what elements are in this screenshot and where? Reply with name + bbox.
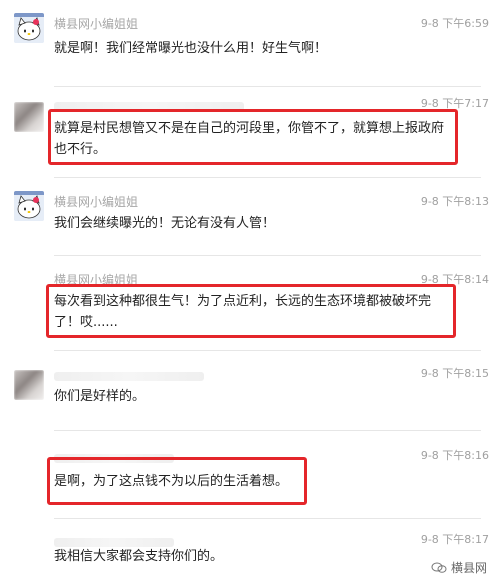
divider (54, 350, 481, 351)
divider (54, 86, 481, 87)
comment-text: 我们会继续曝光的！无论有没有人管！ (54, 216, 276, 231)
comment-time: 9-8 下午6:59 (420, 17, 489, 30)
commenter-name[interactable]: 横县网小编姐姐 (54, 15, 138, 32)
comment-time: 9-8 下午8:17 (420, 533, 489, 546)
comment-time: 9-8 下午8:13 (420, 195, 489, 208)
comment-item: 9-8 下午8:16 是啊，为了这点钱不为以后的生活着想。 (0, 440, 503, 515)
comment-time: 9-8 下午8:16 (420, 449, 489, 462)
comment-item: 9-8 下午8:15 你们是好样的。 (0, 358, 503, 428)
commenter-name-obscured (54, 370, 204, 384)
comment-item: 横县网小编姐姐 9-8 下午8:13 我们会继续曝光的！无论有没有人管！ (0, 186, 503, 246)
blurred-avatar[interactable] (14, 370, 44, 400)
highlight-box (48, 109, 458, 165)
comment-item: 横县网小编姐姐 9-8 下午8:14 每次看到这种都很生气！为了点近利，长远的生… (0, 264, 503, 344)
commenter-name[interactable]: 横县网小编姐姐 (54, 193, 138, 210)
hello-kitty-avatar[interactable] (14, 13, 44, 43)
divider (54, 518, 481, 519)
highlight-box (47, 457, 307, 505)
comment-item: 横县网小编姐姐 9-8 下午6:59 就是啊！我们经常曝光也没什么用！好生气啊！ (0, 8, 503, 66)
comment-text: 我相信大家都会支持你们的。 (54, 549, 224, 564)
watermark-text: 横县网 (450, 561, 487, 575)
divider (54, 430, 481, 431)
divider (54, 177, 481, 178)
blurred-avatar[interactable] (14, 102, 44, 132)
divider (54, 255, 481, 256)
wechat-official-account-icon (431, 562, 447, 573)
account-watermark: 横县网 (431, 559, 487, 576)
highlight-box (46, 284, 456, 338)
comment-text: 就是啊！我们经常曝光也没什么用！好生气啊！ (54, 41, 328, 56)
hello-kitty-avatar[interactable] (14, 191, 44, 221)
comment-time: 9-8 下午8:15 (420, 367, 489, 380)
comment-text: 你们是好样的。 (54, 389, 146, 404)
comment-item: 9-8 下午7:17 就算是村民想管又不是在自己的河段里，你管不了，就算想上报政… (0, 88, 503, 178)
comment-item: 9-8 下午8:17 我相信大家都会支持你们的。 (0, 524, 503, 584)
